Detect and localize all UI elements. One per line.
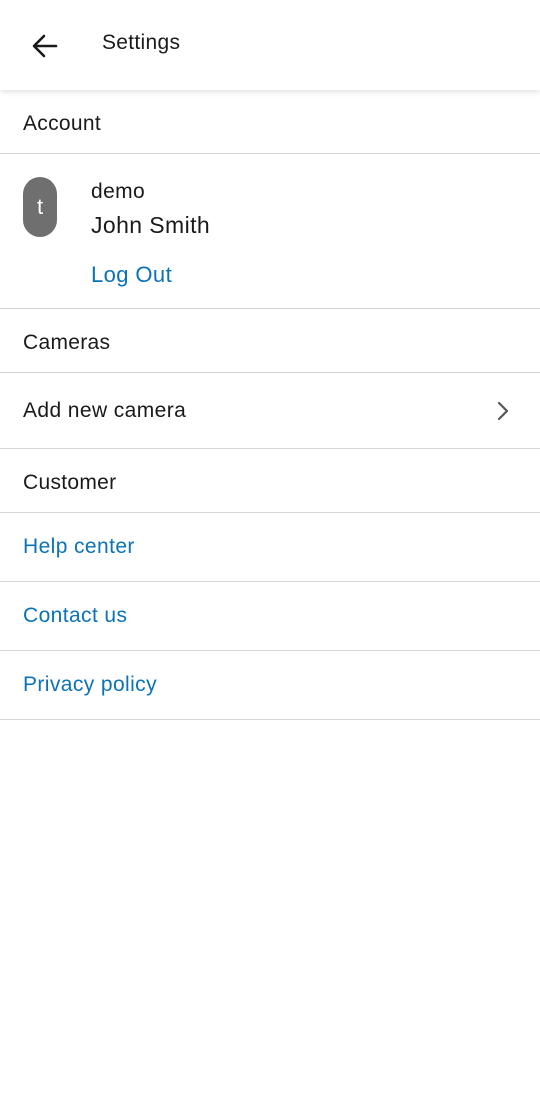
section-header-customer: Customer	[0, 449, 540, 513]
chevron-right-icon	[497, 401, 509, 420]
add-new-camera-label: Add new camera	[23, 398, 187, 422]
settings-list: Account t demo John Smith Log Out Camera…	[0, 90, 540, 720]
help-center-link[interactable]: Help center	[0, 513, 540, 582]
arrow-left-icon	[32, 34, 58, 58]
logout-button[interactable]: Log Out	[91, 262, 172, 288]
avatar: t	[23, 177, 57, 237]
settings-screen: Settings Account t demo John Smith Log O…	[0, 0, 540, 1120]
back-button[interactable]	[22, 24, 68, 68]
section-header-cameras: Cameras	[0, 309, 540, 373]
top-app-bar: Settings	[0, 0, 540, 90]
privacy-policy-link[interactable]: Privacy policy	[0, 651, 540, 720]
contact-us-link[interactable]: Contact us	[0, 582, 540, 651]
account-username: demo	[91, 180, 146, 203]
section-header-account: Account	[0, 90, 540, 154]
account-card: t demo John Smith Log Out	[0, 154, 540, 309]
page-title: Settings	[102, 31, 181, 54]
account-full-name: John Smith	[91, 212, 211, 238]
add-new-camera-row[interactable]: Add new camera	[0, 373, 540, 449]
